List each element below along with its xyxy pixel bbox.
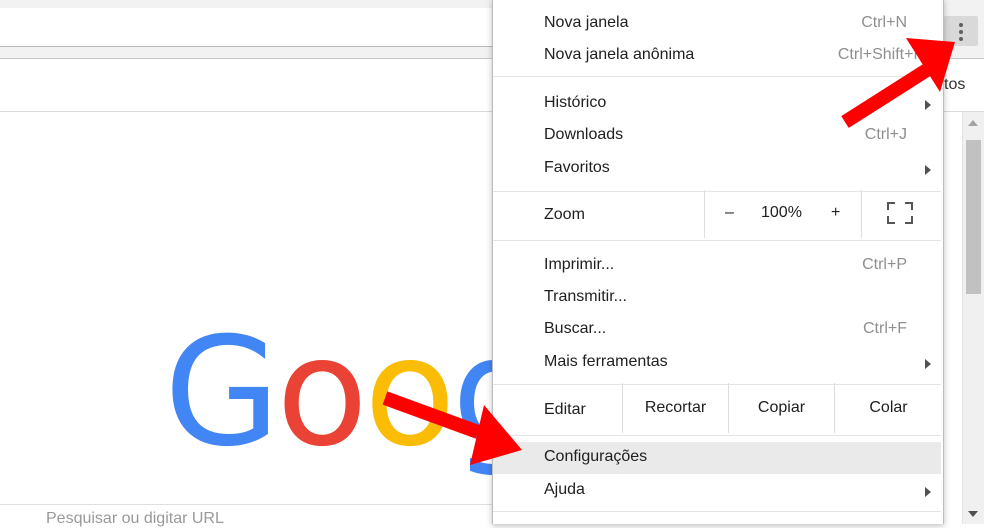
menu-separator xyxy=(493,76,941,77)
zoom-in-button[interactable]: + xyxy=(831,204,840,222)
cut-button[interactable]: Recortar xyxy=(622,383,728,433)
chevron-right-icon xyxy=(925,100,931,110)
search-box-border xyxy=(0,504,492,505)
menu-separator xyxy=(493,511,941,512)
menu-item-ajuda[interactable]: Ajuda xyxy=(493,475,941,507)
menu-item-label: Downloads xyxy=(544,126,624,143)
menu-item-shortcut: Ctrl+F xyxy=(863,320,907,337)
chevron-right-icon xyxy=(925,359,931,369)
bookmark-item[interactable]: tos xyxy=(944,76,965,94)
three-dots-vertical-icon xyxy=(959,23,963,44)
menu-item-label: Buscar... xyxy=(544,320,607,337)
logo-letter: o xyxy=(364,306,456,480)
copy-button[interactable]: Copiar xyxy=(728,383,834,433)
menu-item-label: Histórico xyxy=(544,94,607,111)
logo-letter: G xyxy=(164,306,280,480)
menu-item-mais-ferramentas[interactable]: Mais ferramentas xyxy=(493,347,941,379)
menu-item-transmitir[interactable]: Transmitir... xyxy=(493,282,941,314)
menu-item-favoritos[interactable]: Favoritos xyxy=(493,153,941,185)
menu-item-shortcut: Ctrl+J xyxy=(864,126,907,143)
scroll-down-icon[interactable] xyxy=(968,511,978,517)
search-placeholder: Pesquisar ou digitar URL xyxy=(46,510,224,527)
zoom-label: Zoom xyxy=(544,206,585,223)
menu-item-label: Nova janela anônima xyxy=(544,46,695,63)
menu-item-nova-janela[interactable]: Nova janela Ctrl+N xyxy=(493,8,941,40)
menu-item-downloads[interactable]: Downloads Ctrl+J xyxy=(493,120,941,152)
menu-item-label: Transmitir... xyxy=(544,288,627,305)
menu-item-label: Configurações xyxy=(544,448,648,465)
menu-item-label: Mais ferramentas xyxy=(544,353,668,370)
menu-item-label: Imprimir... xyxy=(544,256,615,273)
menu-separator xyxy=(493,435,941,436)
scroll-up-icon[interactable] xyxy=(968,120,978,126)
menu-item-label: Ajuda xyxy=(544,481,585,498)
menu-edit-row: Editar Recortar Copiar Colar xyxy=(493,383,941,435)
paste-button[interactable]: Colar xyxy=(834,383,942,433)
menu-separator xyxy=(493,240,941,241)
logo-letter: o xyxy=(276,306,368,480)
menu-zoom-row: Zoom – 100% + xyxy=(493,190,941,240)
menu-item-shortcut: Ctrl+Shift+N xyxy=(837,46,925,63)
menu-item-shortcut: Ctrl+N xyxy=(861,14,907,31)
zoom-level: 100% xyxy=(761,204,802,221)
zoom-out-button[interactable]: – xyxy=(725,204,734,222)
menu-item-shortcut: Ctrl+P xyxy=(862,256,907,273)
menu-item-nova-janela-anonima[interactable]: Nova janela anônima Ctrl+Shift+N xyxy=(493,40,941,72)
menu-item-historico[interactable]: Histórico xyxy=(493,88,941,120)
menu-item-buscar[interactable]: Buscar... Ctrl+F xyxy=(493,314,941,346)
chevron-right-icon xyxy=(925,165,931,175)
fullscreen-icon[interactable] xyxy=(887,202,913,224)
menu-item-imprimir[interactable]: Imprimir... Ctrl+P xyxy=(493,250,941,282)
scroll-thumb[interactable] xyxy=(966,140,981,294)
chevron-right-icon xyxy=(925,487,931,497)
chrome-menu: Nova janela Ctrl+N Nova janela anônima C… xyxy=(492,0,944,524)
zoom-controls: – 100% + xyxy=(704,190,862,238)
chrome-menu-button[interactable] xyxy=(944,16,978,46)
menu-item-label: Favoritos xyxy=(544,159,610,176)
menu-item-configuracoes[interactable]: Configurações xyxy=(493,442,941,474)
menu-item-label: Nova janela xyxy=(544,14,629,31)
edit-label: Editar xyxy=(544,401,586,418)
